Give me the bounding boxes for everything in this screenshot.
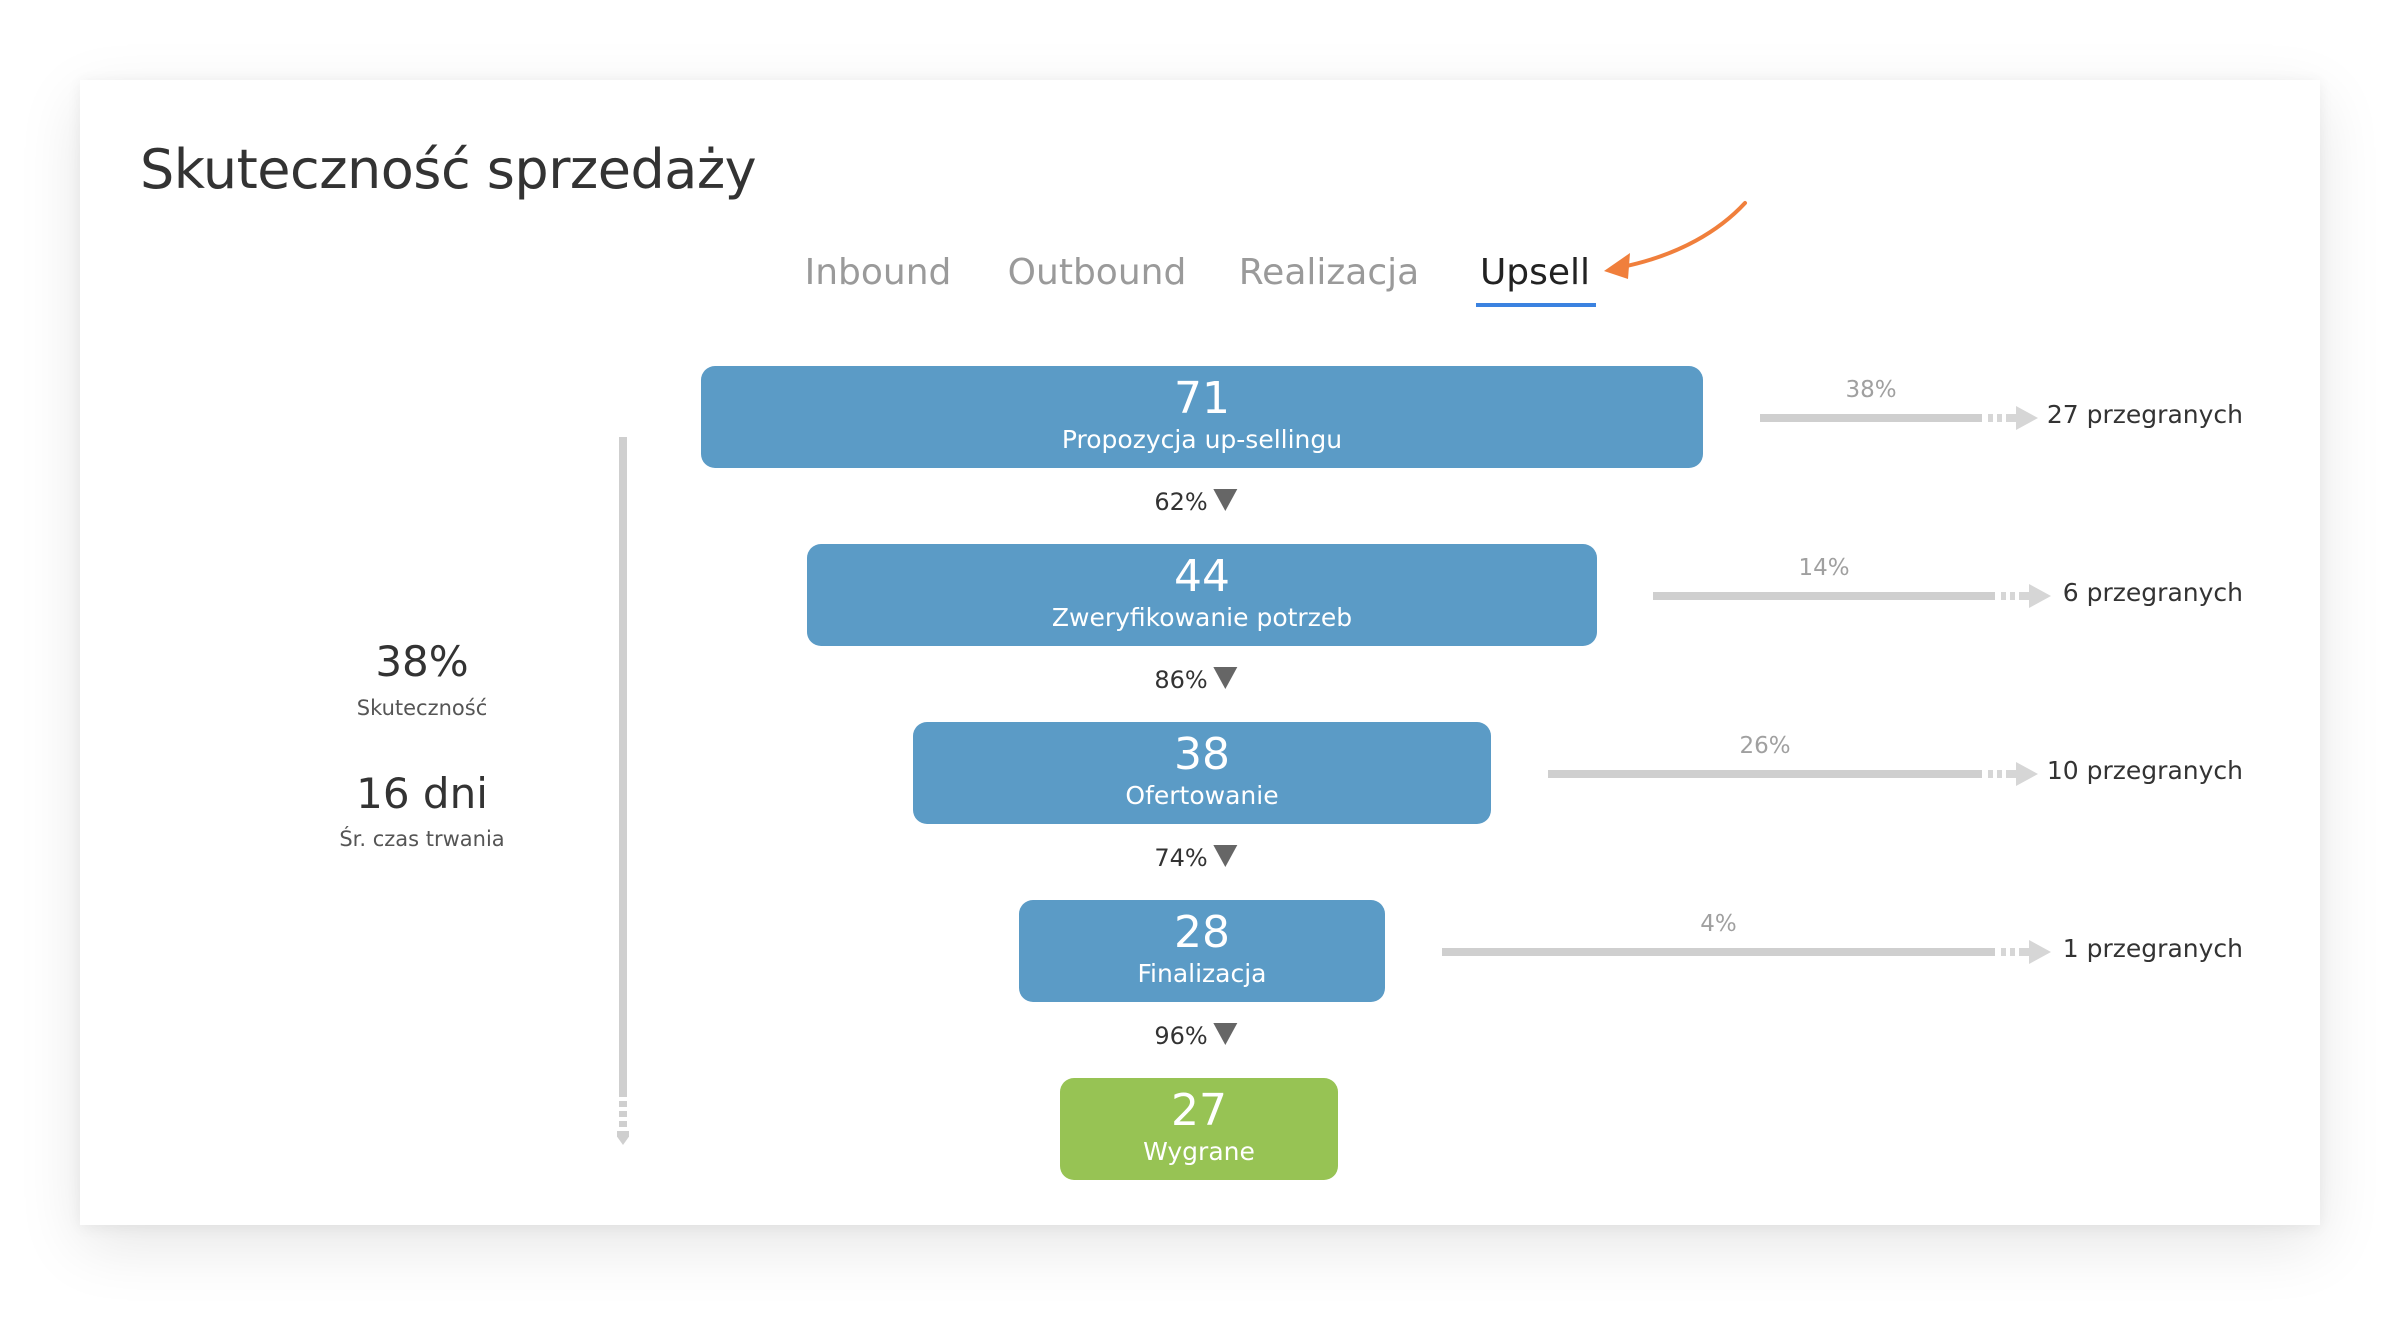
dashed-right-arrow-icon (2001, 940, 2051, 964)
conversion-rate: 96% (1154, 1022, 1238, 1050)
lost-count-link[interactable]: 1 przegranych (2063, 934, 2243, 963)
stage-box-won[interactable]: 27 Wygrane (1060, 1078, 1338, 1180)
stage-count: 38 (1174, 729, 1230, 780)
stage-name: Zweryfikowanie potrzeb (1051, 603, 1353, 632)
down-triangle-icon (1213, 667, 1238, 689)
conversion-rate: 74% (1154, 844, 1238, 872)
stage-name: Finalizacja (1137, 959, 1267, 988)
active-tab-underline (1476, 303, 1596, 307)
dashed-right-arrow-icon (2001, 584, 2051, 608)
stage-name: Wygrane (1143, 1137, 1255, 1166)
loss-bar (1548, 770, 1982, 778)
timeline-down-arrow-icon (617, 437, 629, 1145)
loss-bar (1442, 948, 1995, 956)
loss-bar (1760, 414, 1982, 422)
loss-percent: 14% (1798, 555, 1850, 581)
avg-duration-label: Śr. czas trwania (339, 827, 505, 851)
page-title: Skuteczność sprzedaży (140, 138, 757, 201)
stage-box[interactable]: 38 Ofertowanie (913, 722, 1491, 824)
lost-count-link[interactable]: 27 przegranych (2047, 400, 2243, 429)
down-triangle-icon (1213, 845, 1238, 867)
stage-count: 71 (1174, 373, 1230, 424)
down-triangle-icon (1213, 1023, 1238, 1045)
stage-name: Propozycja up-sellingu (1061, 425, 1343, 454)
lost-count-link[interactable]: 6 przegranych (2063, 578, 2243, 607)
lost-count-link[interactable]: 10 przegranych (2047, 756, 2243, 785)
tab-upsell[interactable]: Upsell (1480, 252, 1590, 293)
stage-box[interactable]: 28 Finalizacja (1019, 900, 1385, 1002)
tab-inbound[interactable]: Inbound (805, 252, 952, 293)
loss-percent: 26% (1739, 733, 1791, 759)
avg-duration-value: 16 dni (356, 769, 488, 818)
stage-name: Ofertowanie (1125, 781, 1279, 810)
dashed-right-arrow-icon (1988, 406, 2038, 430)
conversion-rate-value: 62% (1154, 488, 1208, 516)
success-rate-value: 38% (375, 637, 469, 686)
stage-count: 27 (1171, 1085, 1227, 1136)
stage-box[interactable]: 71 Propozycja up-sellingu (701, 366, 1703, 468)
conversion-rate-value: 74% (1154, 844, 1208, 872)
conversion-rate: 62% (1154, 488, 1238, 516)
stage-count: 44 (1174, 551, 1230, 602)
loss-percent: 38% (1845, 377, 1897, 403)
down-triangle-icon (1213, 489, 1238, 511)
success-rate-label: Skuteczność (356, 696, 488, 720)
conversion-rate-value: 86% (1154, 666, 1208, 694)
conversion-rate: 86% (1154, 666, 1238, 694)
stage-box[interactable]: 44 Zweryfikowanie potrzeb (807, 544, 1597, 646)
conversion-rate-value: 96% (1154, 1022, 1208, 1050)
annotation-arrow-icon (1604, 201, 1747, 279)
loss-percent: 4% (1700, 911, 1737, 937)
tab-outbound[interactable]: Outbound (1008, 252, 1187, 293)
dashed-right-arrow-icon (1988, 762, 2038, 786)
loss-bar (1653, 592, 1995, 600)
tab-realizacja[interactable]: Realizacja (1239, 252, 1419, 293)
stage-count: 28 (1174, 907, 1230, 958)
